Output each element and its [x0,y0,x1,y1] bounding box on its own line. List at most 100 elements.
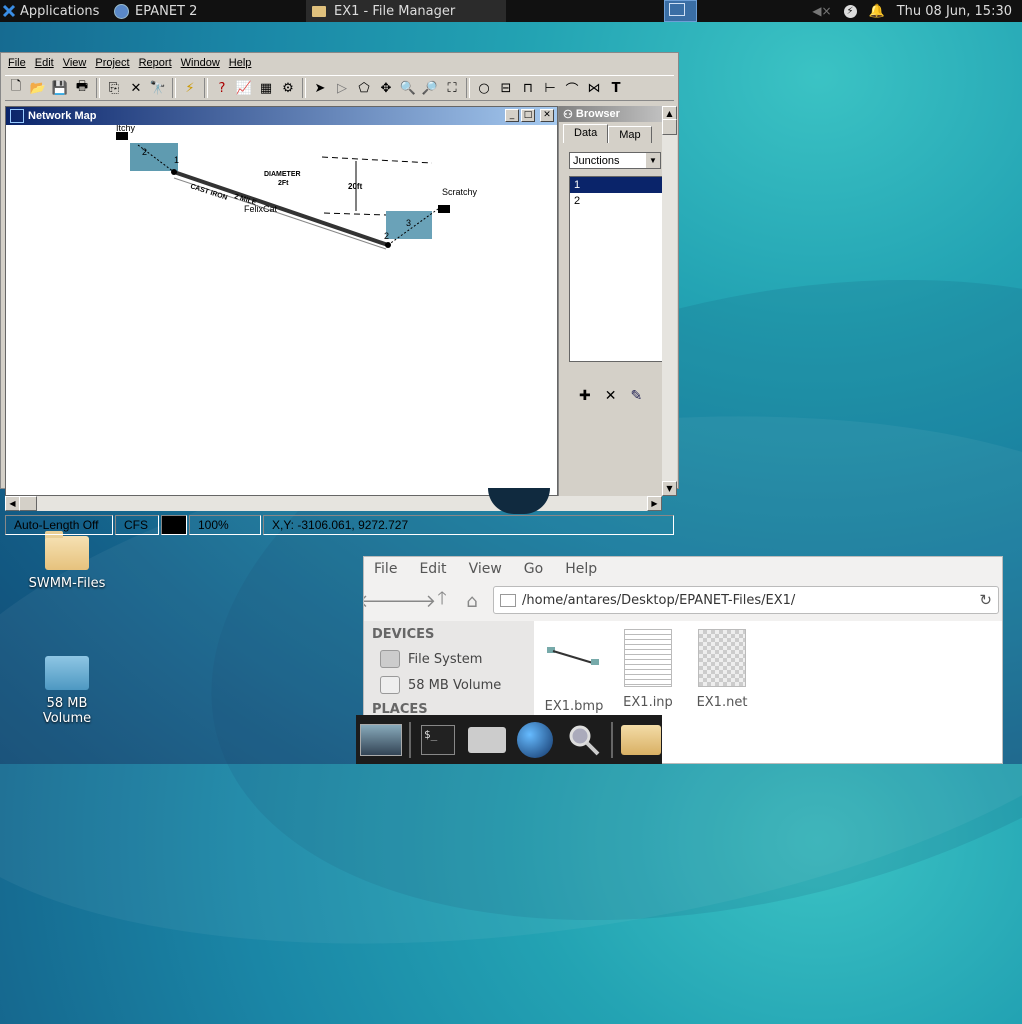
task-epanet[interactable]: EPANET 2 [108,0,304,22]
scroll-thumb[interactable] [19,496,37,511]
add-label-icon[interactable]: T [605,77,627,99]
clock[interactable]: Thu 08 Jun, 15:30 [897,4,1012,19]
tab-data[interactable]: Data [563,124,609,143]
file-name: EX1.bmp [544,699,604,714]
forward-arrow-icon[interactable]: 🡒 [388,586,436,616]
menu-project[interactable]: Project [92,57,135,69]
epanet-app-icon [114,3,129,19]
menu-window[interactable]: Window [178,57,226,69]
sidebar-item-file-system[interactable]: File System [364,646,534,672]
applications-menu[interactable]: Applications [0,0,99,22]
add-junction-icon[interactable]: ○ [473,77,495,99]
home-icon[interactable]: ⌂ [457,586,487,616]
desktop-icon-58mb-volume[interactable]: 58 MB Volume [22,656,112,726]
diameter-value-annotation: 2Ft [278,180,289,187]
vertical-scrollbar[interactable]: ▲ ▼ [662,106,677,496]
file-item-ex1-inp[interactable]: EX1.inp [613,629,683,710]
volume-muted-icon[interactable]: ◀× [812,4,831,18]
add-pump-icon[interactable]: ⌒ [561,77,583,99]
tab-map[interactable]: Map [608,126,652,143]
select-pointer-icon[interactable]: ➤ [309,77,331,99]
file-item-ex1-bmp[interactable]: EX1.bmp [539,629,609,714]
graph-icon[interactable]: 📈 [233,77,255,99]
fm-menu-file[interactable]: File [374,561,397,577]
edit-object-icon[interactable]: ✎ [630,388,642,404]
select-vertex-icon[interactable]: ▷ [331,77,353,99]
scroll-thumb[interactable] [662,119,677,135]
drive-icon [380,676,400,694]
web-browser-globe-icon[interactable] [514,720,557,760]
options-icon[interactable]: ⚙ [277,77,299,99]
search-magnifier-icon[interactable] [563,720,606,760]
zoom-out-icon[interactable]: 🔎 [419,77,441,99]
menu-report[interactable]: Report [136,57,178,69]
folder-icon[interactable] [619,720,662,760]
reload-icon[interactable]: ↻ [979,591,992,609]
object-list[interactable]: 1 2 [569,176,663,362]
menu-edit[interactable]: Edit [32,57,60,69]
file-manager-icon[interactable] [465,720,508,760]
print-icon[interactable]: 🖶 [71,77,93,99]
fm-menu-go[interactable]: Go [524,561,543,577]
add-tank-icon[interactable]: ⊓ [517,77,539,99]
fm-menu-edit[interactable]: Edit [419,561,446,577]
network-map-window[interactable]: Network Map _ □ ✕ Itchy Scratchy FelixCa… [5,106,558,496]
scroll-down-button[interactable]: ▼ [662,481,677,496]
open-folder-icon[interactable]: 📂 [27,77,49,99]
add-reservoir-icon[interactable]: ⊟ [495,77,517,99]
tank-symbol [438,205,450,213]
network-map-titlebar[interactable]: Network Map [6,107,557,125]
task-filemanager[interactable]: EX1 - File Manager [306,0,506,22]
select-region-icon[interactable]: ⬠ [353,77,375,99]
run-lightning-icon[interactable]: ⚡ [179,77,201,99]
terminal-icon[interactable]: $_ [417,720,460,760]
file-item-ex1-net[interactable]: EX1.net [687,629,757,710]
epanet-menubar: File Edit View Project Report Window Hel… [1,53,678,73]
save-icon[interactable]: 💾 [49,77,71,99]
junction-node[interactable] [171,169,177,175]
fm-menu-help[interactable]: Help [565,561,597,577]
delete-object-icon[interactable]: ✕ [605,388,617,404]
node-label-1: 1 [174,155,179,165]
close-button[interactable]: ✕ [540,109,554,122]
fm-menu-view[interactable]: View [469,561,502,577]
zoom-in-icon[interactable]: 🔍 [397,77,419,99]
menu-file[interactable]: File [5,57,32,69]
menu-help[interactable]: Help [226,57,258,69]
add-pipe-icon[interactable]: ⊢ [539,77,561,99]
pan-icon[interactable]: ✥ [375,77,397,99]
maximize-button[interactable]: □ [521,109,535,122]
list-item[interactable]: 2 [570,193,662,209]
show-desktop-icon[interactable] [360,720,403,760]
add-valve-icon[interactable]: ⋈ [583,77,605,99]
folder-icon [312,5,326,17]
network-map-canvas[interactable]: Itchy Scratchy FelixCat 1 2 3 2 DIAMETER… [6,125,557,495]
find-binoculars-icon[interactable]: 🔭 [147,77,169,99]
add-object-icon[interactable]: ✚ [579,388,591,404]
pipe-label: FelixCat [244,204,278,214]
workspace-switcher[interactable] [664,0,697,22]
notification-bell-icon[interactable]: 🔔 [869,4,885,19]
path-bar[interactable]: /home/antares/Desktop/EPANET-Files/EX1/ … [493,586,999,614]
scroll-right-button[interactable]: ▶ [647,496,662,511]
horizontal-scrollbar[interactable]: ◀ ▶ [5,496,662,511]
table-icon[interactable]: ▦ [255,77,277,99]
new-file-icon[interactable]: 🗋 [5,77,27,99]
file-name: EX1.inp [623,695,673,710]
sidebar-item-58mb-volume[interactable]: 58 MB Volume [364,672,534,698]
scroll-left-button[interactable]: ◀ [5,496,20,511]
copy-icon[interactable]: ⎘ [103,77,125,99]
menu-view[interactable]: View [60,57,93,69]
query-icon[interactable]: ? [211,77,233,99]
power-icon[interactable]: ⚡ [843,4,857,18]
full-extent-icon[interactable]: ⛶ [441,77,463,99]
desktop-icon-swmm-files[interactable]: SWMM-Files [22,531,112,591]
minimize-button[interactable]: _ [505,109,519,122]
up-arrow-icon[interactable]: 🡑 [427,586,457,616]
junction-node[interactable] [385,242,391,248]
chevron-down-icon[interactable]: ▼ [646,153,660,168]
list-item[interactable]: 1 [570,177,662,193]
delete-icon[interactable]: ✕ [125,77,147,99]
category-select[interactable]: Junctions ▼ [569,152,661,169]
status-autolength[interactable]: Auto-Length Off [5,515,113,535]
